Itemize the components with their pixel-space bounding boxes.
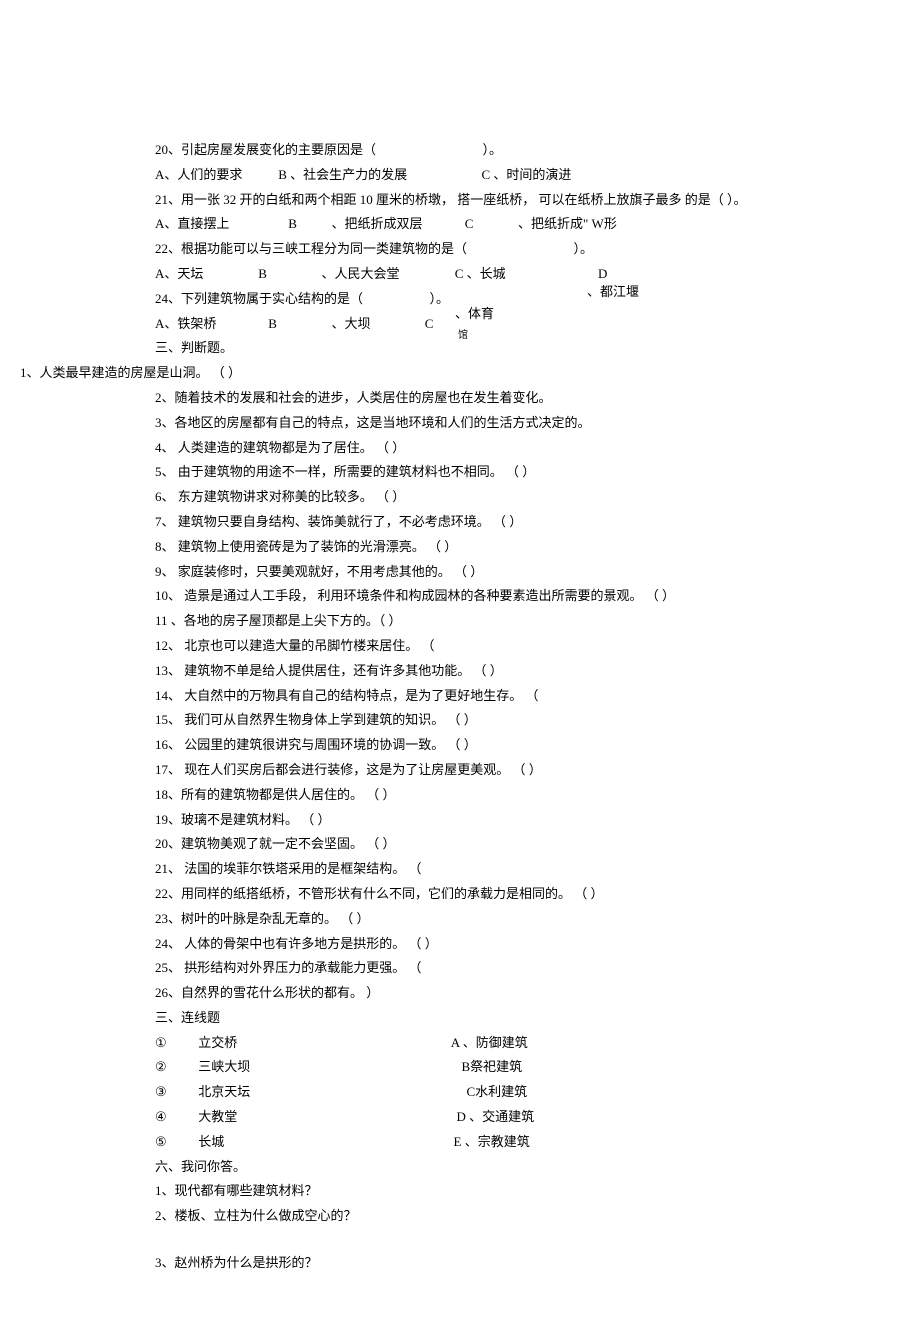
q20-text: 20、引起房屋发展变化的主要原因是（ [155,142,376,157]
judge-item: 16、 公园里的建筑很讲究与周围环境的协调一致。 （ ） [155,735,870,756]
judge-item: 5、 由于建筑物的用途不一样，所需要的建筑材料也不相同。 （ ） [155,462,870,483]
judge-item: 23、树叶的叶脉是杂乱无章的。 （ ） [155,909,870,930]
match-right: D 、交通建筑 [457,1109,535,1124]
judge-item: 22、用同样的纸搭纸桥，不管形状有什么不同，它们的承载力是相同的。 （ ） [155,884,870,905]
q20-B: B 、社会生产力的发展 [278,165,478,186]
mc-q20: 20、引起房屋发展变化的主要原因是（ ）。 [155,140,870,161]
judge-item: 24、 人体的骨架中也有许多地方是拱形的。 （ ） [155,934,870,955]
match-left: 三峡大坝 [198,1057,458,1078]
judge-item: 11 、各地的房子屋顶都是上尖下方的。（ ） [155,611,870,632]
q21-Ctext: 、把纸折成" W形 [518,216,617,231]
answer-title: 六、我问你答。 [155,1157,870,1178]
answer-q: 3、赵州桥为什么是拱形的？ [155,1253,870,1274]
judge-item: 12、 北京也可以建造大量的吊脚竹楼来居住。 （ [155,636,870,657]
match-right: E 、宗教建筑 [454,1134,530,1149]
q21-A: A、直接摆上 [155,214,285,235]
match-left: 立交桥 [198,1033,448,1054]
mc-q21-opts: A、直接摆上 B 、把纸折成双层 C 、把纸折成" W形 [155,214,870,235]
judge-item: 6、 东方建筑物讲求对称美的比较多。 （ ） [155,487,870,508]
q21-Btext: 、把纸折成双层 [332,214,462,235]
judge-item: 13、 建筑物不单是给人提供居住，还有许多其他功能。 （ ） [155,661,870,682]
blank-line [155,1231,870,1249]
match-right: C水利建筑 [467,1084,528,1099]
q22-D: D [598,266,607,281]
q20-close: ）。 [483,142,503,157]
q22-Dtext: 、都江堰 [587,282,639,303]
judge-item: 26、自然界的雪花什么形状的都有。 ） [155,983,870,1004]
match-left: 长城 [198,1132,450,1153]
match-left: 大教堂 [198,1107,453,1128]
q22-A: A、天坛 [155,264,255,285]
judge-item: 3、各地区的房屋都有自己的特点，这是当地环境和人们的生活方式决定的。 [155,413,870,434]
q24-text: 24、下列建筑物属于实心结构的是（ [155,291,363,306]
mc-q20-opts: A、人们的要求 B 、社会生产力的发展 C 、时间的演进 [155,165,870,186]
match-row: ④ 大教堂 D 、交通建筑 [155,1107,870,1128]
judge-item: 9、 家庭装修时，只要美观就好，不用考虑其他的。 （ ） [155,562,870,583]
match-num: ③ [155,1082,195,1103]
judge-item: 7、 建筑物只要自身结构、装饰美就行了，不必考虑环境。 （ ） [155,512,870,533]
judge-item: 17、 现在人们买房后都会进行装修，这是为了让房屋更美观。 （ ） [155,760,870,781]
judge-item: 18、所有的建筑物都是供人居住的。 （ ） [155,785,870,806]
match-num: ⑤ [155,1132,195,1153]
q24-Ctext: 、体育 [455,304,494,325]
mc-q21: 21、用一张 32 开的白纸和两个相距 10 厘米的桥墩， 搭一座纸桥， 可以在… [155,190,870,211]
q24-close: ）。 [430,291,450,306]
judge-item: 4、 人类建造的建筑物都是为了居住。 （ ） [155,438,870,459]
q24-B: B [268,314,328,335]
judge-item: 15、 我们可从自然界生物身体上学到建筑的知识。 （ ） [155,710,870,731]
q22-B: B [258,264,318,285]
judge-item: 21、 法国的埃菲尔铁塔采用的是框架结构。 （ [155,859,870,880]
q21-B: B [288,214,328,235]
match-row: ① 立交桥 A 、防御建筑 [155,1033,870,1054]
q24-A: A、铁架桥 [155,314,265,335]
match-row: ⑤ 长城 E 、宗教建筑 [155,1132,870,1153]
mc-q24: 24、下列建筑物属于实心结构的是（ ）。 [155,289,870,310]
q20-C: C 、时间的演进 [482,167,572,182]
answer-q: 2、楼板、立柱为什么做成空心的？ [155,1206,870,1227]
match-right: A 、防御建筑 [451,1035,528,1050]
judge-item: 20、建筑物美观了就一定不会坚固。 （ ） [155,834,870,855]
judge-item: 1、人类最早建造的房屋是山洞。 （ ） [20,363,870,384]
judge-item: 8、 建筑物上使用瓷砖是为了装饰的光滑漂亮。 （ ） [155,537,870,558]
match-right: B祭祀建筑 [462,1059,523,1074]
match-row: ③ 北京天坛 C水利建筑 [155,1082,870,1103]
q21-C: C [465,214,515,235]
q22-Btext: 、人民大会堂 [322,264,452,285]
match-num: ④ [155,1107,195,1128]
q22-C: C 、长城 [455,264,595,285]
q24-Cminor: 馆 [458,330,468,341]
q21-text: 21、用一张 32 开的白纸和两个相距 10 厘米的桥墩， 搭一座纸桥， 可以在… [155,192,747,207]
answer-q: 1、现代都有哪些建筑材料？ [155,1181,870,1202]
q24-C: C [425,314,455,335]
judge-title: 三、判断题。 [155,338,870,359]
q20-A: A、人们的要求 [155,165,275,186]
judge-item: 25、 拱形结构对外界压力的承载能力更强。 （ [155,958,870,979]
judge-item: 14、 大自然中的万物具有自己的结构特点，是为了更好地生存。 （ [155,686,870,707]
q22-text: 22、根据功能可以与三峡工程分为同一类建筑物的是（ [155,241,467,256]
judge-item: 19、玻璃不是建筑材料。 （ ） [155,810,870,831]
judge-item: 2、随着技术的发展和社会的进步，人类居住的房屋也在发生着变化。 [155,388,870,409]
match-num: ② [155,1057,195,1078]
q22-close: ）。 [574,241,594,256]
match-num: ① [155,1033,195,1054]
judge-item: 10、 造景是通过人工手段， 利用环境条件和构成园林的各种要素造出所需要的景观。… [155,586,870,607]
q24-Btext: 、大坝 [332,314,422,335]
match-title: 三、连线题 [155,1008,870,1029]
mc-q22-opts: A、天坛 B 、人民大会堂 C 、长城 D 、都江堰 [155,264,870,285]
match-left: 北京天坛 [198,1082,463,1103]
match-row: ② 三峡大坝 B祭祀建筑 [155,1057,870,1078]
mc-q24-opts: A、铁架桥 B 、大坝 C 馆 、体育 [155,314,870,335]
mc-q22: 22、根据功能可以与三峡工程分为同一类建筑物的是（ ）。 [155,239,870,260]
